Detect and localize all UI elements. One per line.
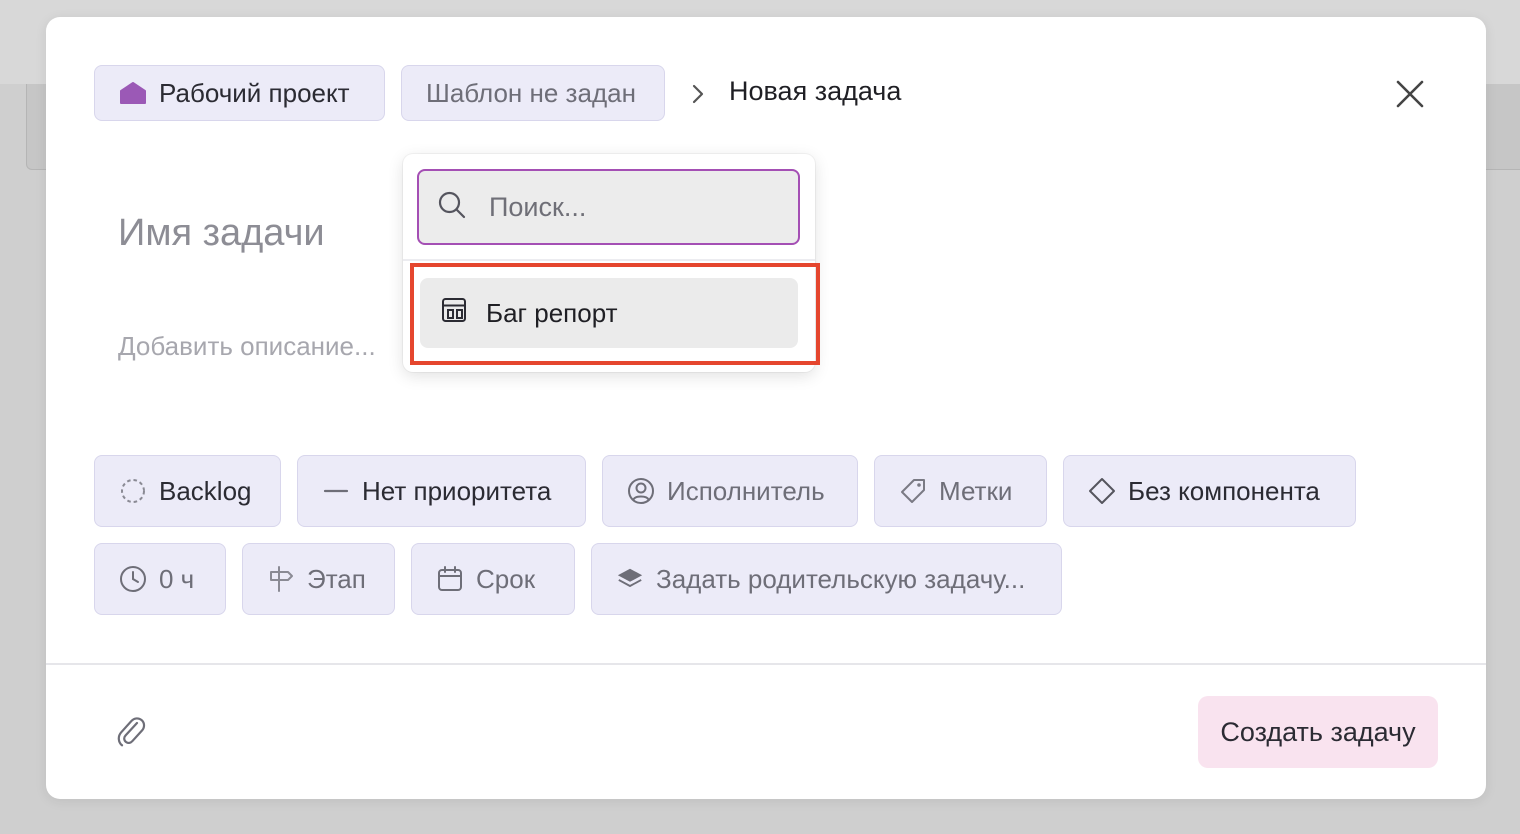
- paperclip-icon: [117, 717, 146, 747]
- project-label: Рабочий проект: [159, 77, 350, 108]
- no-priority-icon: [322, 477, 350, 505]
- due-date-button[interactable]: Срок: [411, 543, 575, 615]
- project-selector-button[interactable]: Рабочий проект: [94, 65, 385, 121]
- calendar-icon: [436, 565, 464, 593]
- priority-button[interactable]: Нет приоритета: [297, 455, 586, 527]
- footer-divider: [46, 663, 1486, 665]
- estimate-label: 0 ч: [159, 563, 195, 594]
- diamond-icon: [1088, 477, 1116, 505]
- template-search-input[interactable]: [489, 191, 769, 223]
- backlog-status-icon: [119, 477, 147, 505]
- parent-task-button[interactable]: Задать родительскую задачу...: [591, 543, 1062, 615]
- dropdown-divider: [403, 259, 815, 261]
- project-home-icon: [119, 79, 147, 107]
- template-label: Шаблон не задан: [426, 77, 636, 108]
- assignee-button[interactable]: Исполнитель: [602, 455, 858, 527]
- page-title: Новая задача: [729, 76, 902, 106]
- component-button[interactable]: Без компонента: [1063, 455, 1356, 527]
- layers-icon: [616, 565, 644, 593]
- stage-label: Этап: [307, 563, 366, 594]
- task-description-input[interactable]: Добавить описание...: [118, 331, 376, 362]
- status-label: Backlog: [159, 475, 252, 506]
- template-search-field[interactable]: [417, 169, 800, 245]
- signpost-icon: [267, 565, 295, 593]
- labels-label: Метки: [939, 475, 1013, 506]
- assignee-label: Исполнитель: [667, 475, 825, 506]
- close-icon: [1396, 80, 1424, 108]
- task-name-input[interactable]: Имя задачи: [118, 212, 325, 255]
- template-selector-button[interactable]: Шаблон не задан: [401, 65, 665, 121]
- close-button[interactable]: [1388, 72, 1432, 116]
- create-task-button[interactable]: Создать задачу: [1198, 696, 1438, 768]
- highlight-box: [410, 263, 820, 365]
- new-task-modal: [46, 17, 1486, 799]
- clock-icon: [119, 565, 147, 593]
- user-circle-icon: [627, 477, 655, 505]
- attach-button[interactable]: [112, 712, 150, 752]
- labels-button[interactable]: Метки: [874, 455, 1047, 527]
- tag-icon: [899, 477, 927, 505]
- search-icon: [437, 190, 467, 225]
- priority-label: Нет приоритета: [362, 475, 552, 506]
- status-button[interactable]: Backlog: [94, 455, 281, 527]
- parent-task-label: Задать родительскую задачу...: [656, 563, 1026, 594]
- chevron-right-icon: [686, 78, 710, 110]
- estimate-button[interactable]: 0 ч: [94, 543, 226, 615]
- stage-button[interactable]: Этап: [242, 543, 395, 615]
- component-label: Без компонента: [1128, 475, 1320, 506]
- due-date-label: Срок: [476, 563, 536, 594]
